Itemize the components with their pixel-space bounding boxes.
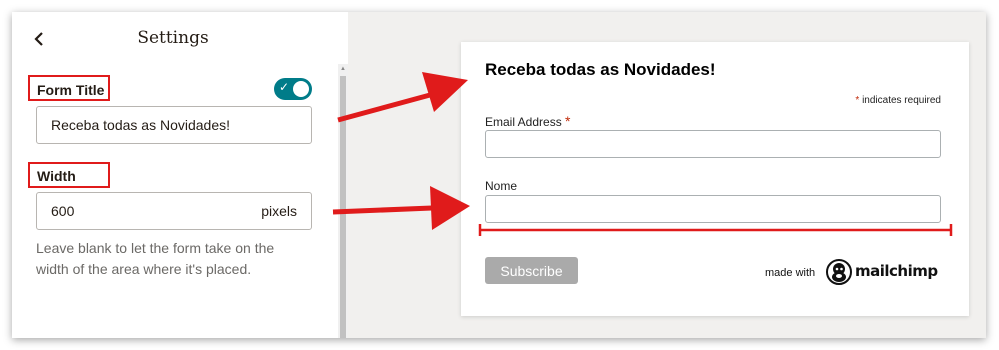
settings-panel: Settings Form Title ✓ Receba todas as No… <box>12 12 348 338</box>
width-input-value: 600 <box>51 203 75 219</box>
width-unit-suffix: pixels <box>261 203 297 219</box>
width-input[interactable]: 600 pixels <box>36 192 312 230</box>
required-note: * indicates required <box>855 95 941 106</box>
nome-label: Nome <box>485 179 518 193</box>
form-title-toggle[interactable]: ✓ <box>274 78 312 100</box>
width-label: Width <box>37 168 76 184</box>
form-title-input[interactable]: Receba todas as Novidades! <box>36 106 312 144</box>
nome-field[interactable] <box>485 195 941 223</box>
form-preview: Receba todas as Novidades! * indicates r… <box>461 42 969 316</box>
scrollbar[interactable]: ▲ <box>338 64 348 338</box>
screenshot-frame: Settings Form Title ✓ Receba todas as No… <box>12 12 986 338</box>
width-help-text: Leave blank to let the form take on the … <box>36 240 275 277</box>
subscribe-button[interactable]: Subscribe <box>485 257 578 284</box>
required-asterisk: * <box>855 95 860 106</box>
scroll-up-arrow-icon[interactable]: ▲ <box>338 64 348 74</box>
panel-title: Settings <box>137 28 209 48</box>
toggle-knob <box>293 81 309 97</box>
email-field[interactable] <box>485 130 941 158</box>
email-label-text: Email Address <box>485 115 562 129</box>
email-label: Email Address * <box>485 113 571 129</box>
mailchimp-wordmark[interactable]: mailchimp <box>855 262 938 280</box>
scrollbar-thumb[interactable] <box>340 76 346 338</box>
form-title-label: Form Title <box>37 82 105 98</box>
form-title-input-value: Receba todas as Novidades! <box>51 117 230 133</box>
checkmark-icon: ✓ <box>279 80 290 94</box>
email-required-asterisk: * <box>565 113 571 129</box>
mailchimp-freddie-icon[interactable] <box>825 258 853 286</box>
required-note-text: indicates required <box>862 95 941 106</box>
preview-form-title: Receba todas as Novidades! <box>485 60 716 79</box>
made-with-text: made with <box>765 267 816 279</box>
